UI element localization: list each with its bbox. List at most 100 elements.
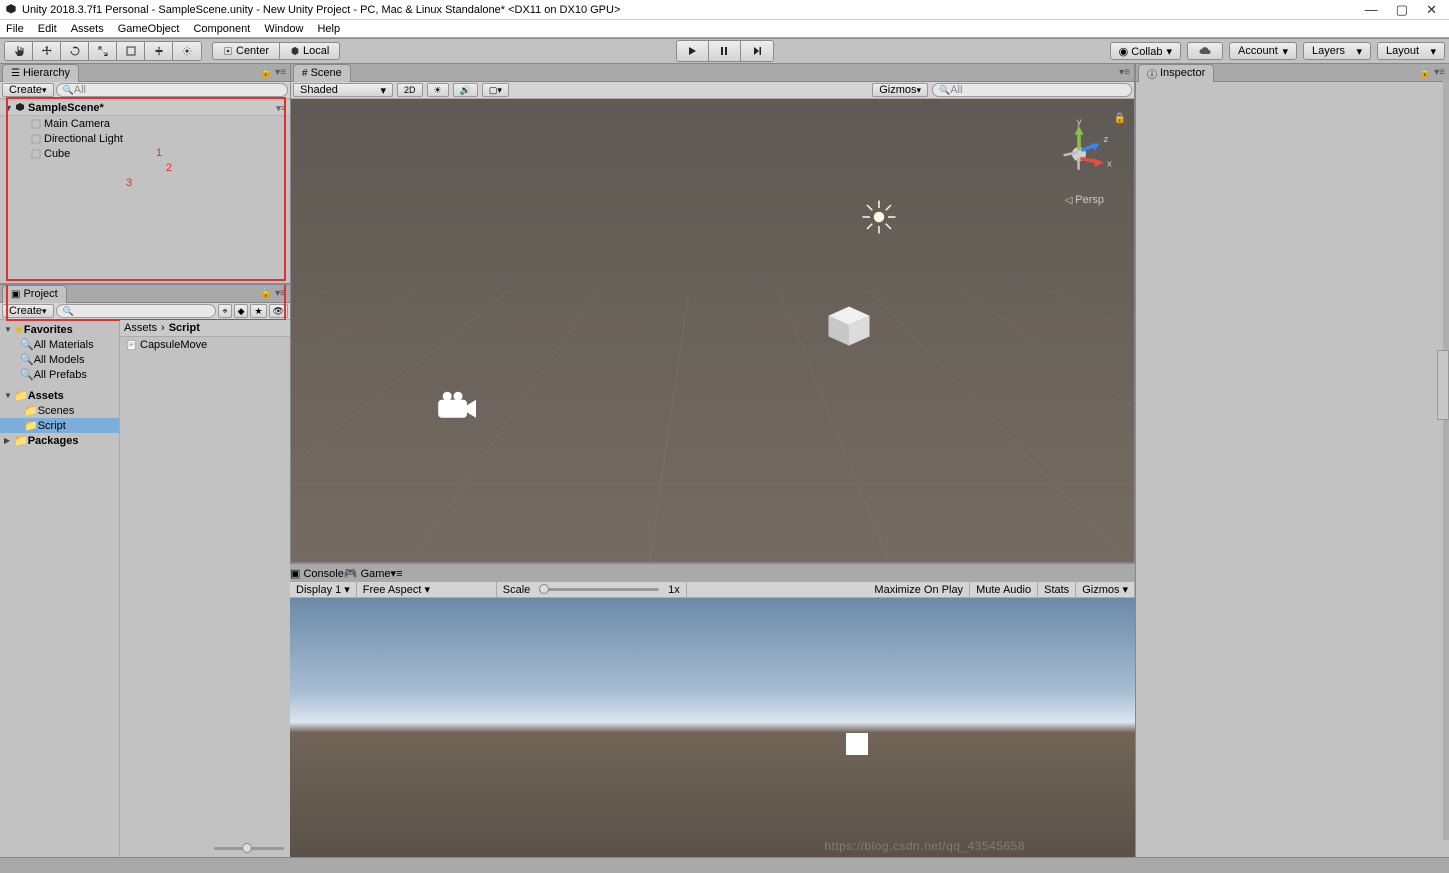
scene-grid [291, 293, 1134, 562]
collab-button[interactable]: ◉ Collab▾ [1110, 42, 1181, 60]
maximize-icon[interactable]: ▢ [1396, 2, 1408, 18]
search-filter-icon[interactable]: ⌖ [218, 304, 231, 318]
scene-panel: # Scene ▾≡ Shaded▾ 2D ☀ 🔊 ▢▾ Gizmos ▾ 🔍 … [290, 64, 1135, 563]
project-create-button[interactable]: Create ▾ [2, 304, 54, 318]
hidden-packages-icon[interactable]: 👁 [269, 304, 288, 318]
menubar: File Edit Assets GameObject Component Wi… [0, 20, 1449, 38]
camera-gizmo[interactable] [436, 389, 480, 428]
game-gizmos-toggle[interactable]: Gizmos ▾ [1076, 582, 1135, 597]
display-selector[interactable]: Display 1 ▾ [290, 582, 357, 597]
svg-text:z: z [1104, 134, 1109, 145]
play-button[interactable] [677, 41, 709, 61]
rect-tool[interactable] [117, 42, 145, 60]
annotation-1: 1 [156, 147, 162, 159]
fav-all-models[interactable]: 🔍All Models [0, 352, 119, 367]
game-viewport[interactable]: https://blog.csdn.net/qq_43545658 [290, 598, 1135, 857]
shading-mode[interactable]: Shaded▾ [293, 83, 393, 97]
script-folder[interactable]: 📁 Script [0, 418, 119, 433]
layers-button[interactable]: Layers▾ [1303, 42, 1371, 60]
close-icon[interactable]: ✕ [1426, 2, 1437, 18]
cloud-button[interactable] [1187, 42, 1223, 60]
inspector-options[interactable]: 🔒 ▾≡ [1419, 67, 1449, 78]
assets-folder[interactable]: ▼📁 Assets [0, 388, 119, 403]
unity-scene-icon [14, 102, 26, 114]
fav-all-prefabs[interactable]: 🔍All Prefabs [0, 367, 119, 382]
project-options[interactable]: 🔒 ▾≡ [260, 288, 290, 299]
breadcrumb-script[interactable]: Script [169, 322, 200, 334]
scene-tab[interactable]: # Scene [293, 64, 351, 82]
fav-all-materials[interactable]: 🔍All Materials [0, 337, 119, 352]
layout-button[interactable]: Layout▾ [1377, 42, 1445, 60]
menu-help[interactable]: Help [317, 23, 340, 35]
transform-tool[interactable] [145, 42, 173, 60]
hierarchy-search[interactable]: 🔍 All [56, 83, 288, 97]
hand-tool[interactable] [5, 42, 33, 60]
maximize-toggle[interactable]: Maximize On Play [868, 582, 970, 597]
project-panel: ▣ Project 🔒 ▾≡ Create ▾ 🔍 ⌖ ◆ ★ 👁 ▼★Favo… [0, 284, 290, 857]
orientation-gizmo[interactable]: y x z [1044, 119, 1114, 189]
hierarchy-item-camera[interactable]: Main Camera [0, 116, 290, 131]
scene-gizmos-button[interactable]: Gizmos ▾ [872, 83, 928, 97]
menu-window[interactable]: Window [264, 23, 303, 35]
scale-tool[interactable] [89, 42, 117, 60]
hierarchy-panel: ☰ Hierarchy 🔒 ▾≡ Create ▾ 🔍 All ▼ Sample… [0, 64, 290, 284]
scenes-folder[interactable]: 📁 Scenes [0, 403, 119, 418]
aspect-selector[interactable]: Free Aspect ▾ [357, 582, 497, 597]
transform-tools [4, 41, 202, 61]
project-thumb-slider[interactable] [214, 841, 284, 855]
project-tab[interactable]: ▣ Project [2, 285, 67, 303]
menu-edit[interactable]: Edit [38, 23, 57, 35]
play-controls [676, 40, 774, 62]
unity-logo-icon [4, 3, 18, 17]
directional-light-gizmo[interactable] [861, 199, 897, 238]
search-label-icon[interactable]: ★ [250, 304, 266, 318]
cube-object[interactable] [821, 299, 871, 349]
gameobject-icon [30, 133, 42, 145]
stats-toggle[interactable]: Stats [1038, 582, 1076, 597]
menu-component[interactable]: Component [193, 23, 250, 35]
pivot-local-button[interactable]: Local [280, 42, 340, 60]
favorites-folder[interactable]: ▼★Favorites [0, 322, 119, 337]
hierarchy-options[interactable]: 🔒 ▾≡ [260, 67, 290, 78]
pause-button[interactable] [709, 41, 741, 61]
scene-viewport[interactable]: y x z 🔒 ◁ Persp [291, 99, 1134, 562]
move-tool[interactable] [33, 42, 61, 60]
minimize-icon[interactable]: — [1365, 2, 1378, 18]
menu-gameobject[interactable]: GameObject [118, 23, 180, 35]
hierarchy-tab[interactable]: ☰ Hierarchy [2, 64, 79, 82]
scene-options[interactable]: ▾≡ [1119, 67, 1134, 78]
pivot-center-button[interactable]: Center [212, 42, 280, 60]
console-tab[interactable]: ▣ Console [290, 567, 344, 580]
menu-assets[interactable]: Assets [71, 23, 104, 35]
scene-fx-toggle[interactable]: ▢▾ [482, 83, 509, 97]
packages-folder[interactable]: ▶📁 Packages [0, 433, 119, 448]
scene-search[interactable]: 🔍 All [932, 83, 1132, 97]
hierarchy-item-light[interactable]: Directional Light [0, 131, 290, 146]
breadcrumb-assets[interactable]: Assets [124, 322, 157, 334]
inspector-scrollbar[interactable] [1437, 350, 1449, 420]
account-button[interactable]: Account▾ [1229, 42, 1297, 60]
inspector-tab[interactable]: ⓘ Inspector [1138, 64, 1214, 82]
scene-lighting-toggle[interactable]: ☀ [427, 83, 449, 97]
scale-slider[interactable]: Scale 1x [497, 582, 687, 597]
scene-2d-toggle[interactable]: 2D [397, 83, 423, 97]
mute-toggle[interactable]: Mute Audio [970, 582, 1038, 597]
search-type-icon[interactable]: ◆ [234, 304, 249, 318]
rotate-tool[interactable] [61, 42, 89, 60]
menu-file[interactable]: File [6, 23, 24, 35]
scene-audio-toggle[interactable]: 🔊 [453, 83, 478, 97]
gizmo-lock-icon[interactable]: 🔒 [1114, 113, 1126, 124]
step-button[interactable] [741, 41, 773, 61]
perspective-label[interactable]: ◁ Persp [1065, 194, 1104, 206]
scene-row[interactable]: ▼ SampleScene* ▾≡ [0, 101, 290, 116]
hierarchy-item-cube[interactable]: Cube [0, 146, 290, 161]
game-tab[interactable]: 🎮 Game [344, 567, 391, 580]
game-options[interactable]: ▾≡ [391, 567, 403, 580]
gameobject-icon [30, 148, 42, 160]
file-capsulemove[interactable]: CapsuleMove [120, 337, 290, 352]
status-bar [0, 857, 1449, 873]
hierarchy-create-button[interactable]: Create ▾ [2, 83, 54, 97]
game-panel: ▣ Console 🎮 Game ▾≡ Display 1 ▾ Free Asp… [290, 563, 1135, 857]
project-search[interactable]: 🔍 [56, 304, 217, 318]
custom-tool[interactable] [173, 42, 201, 60]
